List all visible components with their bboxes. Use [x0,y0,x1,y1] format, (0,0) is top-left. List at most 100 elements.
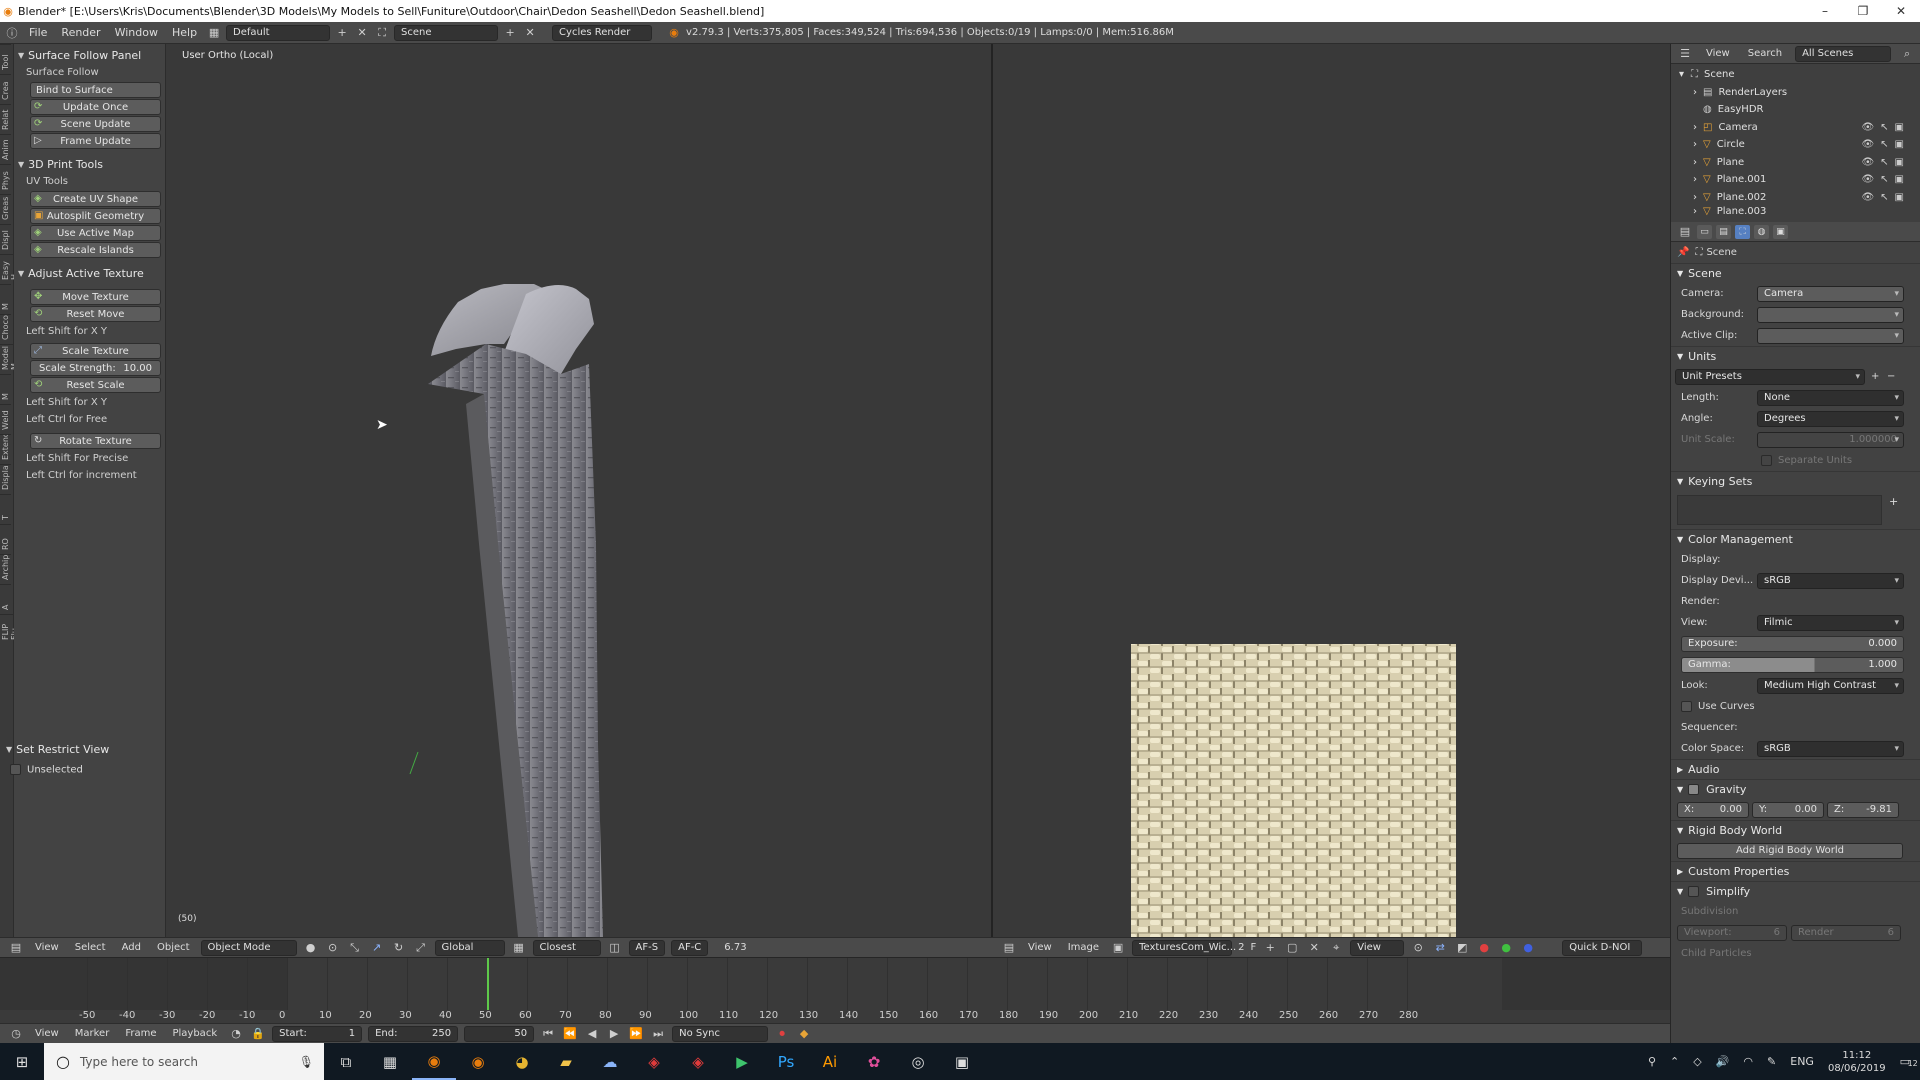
object-tab-icon[interactable]: ▣ [1773,224,1788,239]
renderlayers-tab-icon[interactable]: ▤ [1716,224,1731,239]
bind-to-surface-button[interactable]: Bind to Surface [30,82,161,98]
fake-user-button[interactable]: F [1250,942,1256,953]
tab-relations[interactable]: Relat [0,104,11,134]
add-preset-icon[interactable]: + [1871,371,1879,382]
wifi-icon[interactable]: ◠ [1743,1055,1753,1068]
panel-simplify[interactable]: ▼ Simplify [1671,881,1920,901]
view-transform-select[interactable]: Filmic [1757,614,1904,631]
tab-m2[interactable]: M [0,374,11,404]
unit-presets-select[interactable]: Unit Presets [1675,368,1865,385]
panel-adjust-active-texture[interactable]: ▼ Adjust Active Texture [18,264,161,282]
update-once-button[interactable]: ⟳ Update Once [30,99,161,115]
gravity-x-field[interactable]: X: 0.00 [1677,801,1749,818]
manipulator-icon[interactable]: ⤡ [347,940,363,956]
tab-t[interactable]: T [0,494,11,524]
tab-a[interactable]: A [0,584,11,614]
draw-channels-icon[interactable]: ◩ [1454,940,1470,956]
sync-selection-icon[interactable]: ⇄ [1432,940,1448,956]
image-name-field[interactable]: TexturesCom_Wic... [1132,939,1236,956]
pin-icon[interactable]: ⌖ [1328,940,1344,956]
menu-playback[interactable]: Playback [167,1028,222,1039]
search-icon[interactable]: ⌕ [1899,46,1915,62]
screen-layout-field[interactable]: Default [226,24,331,41]
world-tab-icon[interactable]: ◍ [1754,224,1769,239]
keying-sets-listbox[interactable] [1677,495,1882,525]
panel-keying-sets[interactable]: ▼ Keying Sets [1671,471,1920,491]
photoshop-app-icon[interactable]: Ps [764,1043,808,1080]
jump-start-icon[interactable]: ⏮ [540,1026,556,1042]
restrict-columns[interactable]: 👁↖▣ [1861,122,1910,133]
af-s-button[interactable]: AF-S [628,939,666,956]
panel-color-management[interactable]: ▼ Color Management [1671,529,1920,549]
minimize-button[interactable]: – [1806,4,1844,18]
restrict-view-header[interactable]: ▼ Set Restrict View [0,740,166,758]
active-clip-field[interactable] [1757,327,1904,344]
unit-scale-field[interactable]: 1.000000 [1757,431,1904,448]
tab-extended[interactable]: Extended [0,434,11,464]
scale-manip-icon[interactable]: ⤢ [413,940,429,956]
menu-view[interactable]: View [30,942,64,953]
editor-type-timeline-icon[interactable]: ◷ [8,1026,24,1042]
tab-physics[interactable]: Phys [0,164,11,194]
gamma-slider[interactable]: Gamma: 1.000 [1681,656,1904,673]
outliner-row-plane-003[interactable]: › ▽ Plane.003 [1679,206,1920,216]
outliner-row-scene[interactable]: ▾ ⛶ Scene [1679,66,1920,84]
gravity-y-field[interactable]: Y: 0.00 [1752,801,1824,818]
preview-range-icon[interactable]: ◔ [228,1026,244,1042]
colorful-app-icon[interactable]: ✿ [852,1043,896,1080]
image-users[interactable]: 2 [1238,942,1244,953]
people-icon[interactable]: ⚲ [1648,1055,1656,1068]
scene-update-button[interactable]: ⟳ Scene Update [30,116,161,132]
illustrator-app-icon[interactable]: Ai [808,1043,852,1080]
panel-audio[interactable]: ▶ Audio [1671,759,1920,779]
file-explorer-icon[interactable]: ▰ [544,1043,588,1080]
tray-up-icon[interactable]: ⌃ [1670,1055,1679,1068]
mode-select[interactable]: Object Mode [200,939,297,956]
editor-type-3d-icon[interactable]: ▤ [8,940,24,956]
tab-weld[interactable]: Weld [0,404,11,434]
use-active-map-button[interactable]: ◈ Use Active Map [30,225,161,241]
panel-3d-print-tools[interactable]: ▼ 3D Print Tools [18,155,161,173]
add-image-icon[interactable]: + [1262,940,1278,956]
layers-icon[interactable]: ▦ [511,940,527,956]
move-texture-button[interactable]: ✥ Move Texture [30,289,161,305]
simplify-checkbox[interactable] [1688,886,1700,897]
play-reverse-icon[interactable]: ◀ [584,1026,600,1042]
pivot-icon[interactable]: ⊙ [1410,940,1426,956]
blender-app-icon[interactable]: ◉ [412,1043,456,1080]
rotate-manip-icon[interactable]: ↻ [391,940,407,956]
current-frame-field[interactable]: 50 [464,1025,535,1042]
panel-units[interactable]: ▼ Units [1671,346,1920,366]
play-icon[interactable]: ▶ [606,1026,622,1042]
tab-display2[interactable]: Display [0,464,11,494]
color-space-select[interactable]: sRGB [1757,740,1904,757]
keying-set-icon[interactable]: ◆ [796,1026,812,1042]
jump-end-icon[interactable]: ⏭ [650,1026,666,1042]
snap-target-select[interactable]: Closest [532,939,601,956]
rotate-texture-button[interactable]: ↻ Rotate Texture [30,433,161,449]
wicker-stem-mesh[interactable] [166,44,991,937]
pen-icon[interactable]: ✎ [1767,1055,1776,1068]
remove-scene-icon[interactable]: ✕ [522,25,538,41]
editor-type-outliner-icon[interactable]: ☰ [1677,46,1693,62]
red-app-icon[interactable]: ◈ [632,1043,676,1080]
translate-icon[interactable]: ↗ [369,940,385,956]
record-icon[interactable]: ⏺ [774,1026,790,1042]
task-view-icon[interactable]: ⧉ [324,1043,368,1080]
pin-icon[interactable]: 📌 [1677,247,1689,258]
quick-denoise-button[interactable]: Quick D-NOI [1562,939,1643,956]
render-preview-icon[interactable]: ◫ [607,940,623,956]
add-scene-icon[interactable]: + [502,25,518,41]
menu-image[interactable]: Image [1063,942,1104,953]
next-key-icon[interactable]: ⏩ [628,1026,644,1042]
taskbar-search[interactable]: ○ Type here to search 🎙 [44,1043,324,1080]
remove-layout-icon[interactable]: ✕ [354,25,370,41]
outliner-row-circle[interactable]: › ▽ Circle 👁↖▣ [1679,136,1920,154]
sync-mode-select[interactable]: No Sync [672,1025,769,1042]
menu-view[interactable]: View [1701,48,1735,59]
menu-window[interactable]: Window [110,26,163,39]
outliner-row-plane[interactable]: › ▽ Plane 👁↖▣ [1679,154,1920,172]
panel-surface-follow[interactable]: ▼ Surface Follow Panel [18,46,161,64]
end-frame-field[interactable]: End: 250 [368,1025,459,1042]
camera-field[interactable]: Camera [1757,285,1904,302]
